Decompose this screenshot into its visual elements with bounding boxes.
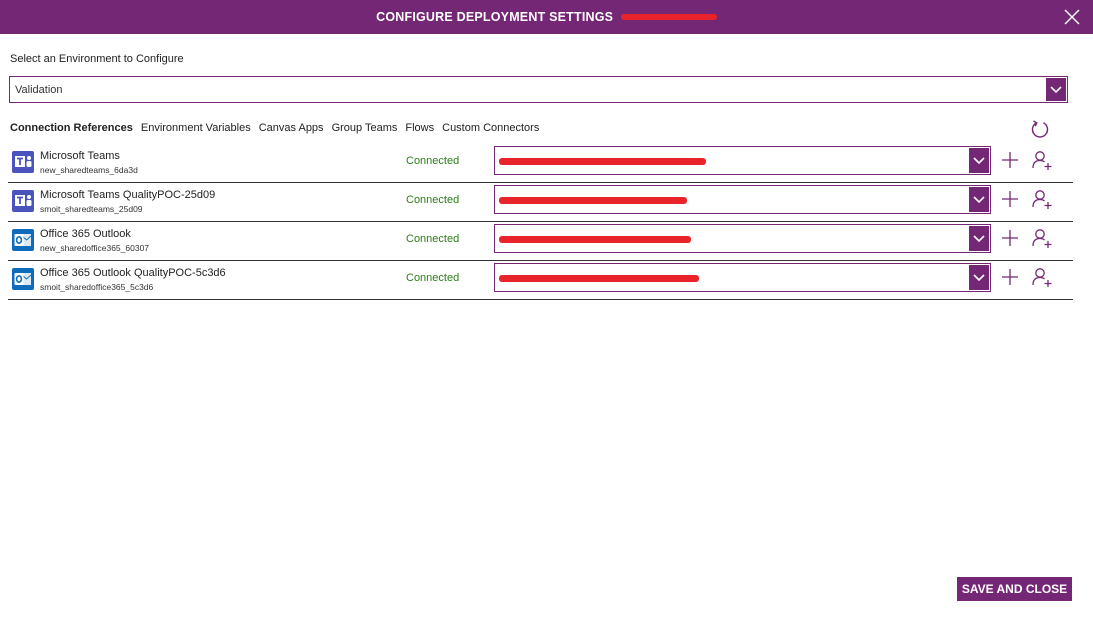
connection-name: Microsoft Teams <box>40 150 120 162</box>
connection-name: Office 365 Outlook <box>40 228 131 240</box>
share-user-button[interactable] <box>1031 149 1053 171</box>
redacted-environment-name <box>620 13 717 20</box>
refresh-icon <box>1031 120 1049 138</box>
connection-status: Connected <box>406 194 460 206</box>
connection-row: Office 365 Outlook QualityPOC-5c3d6 smoi… <box>8 261 1073 300</box>
connection-status: Connected <box>406 155 460 167</box>
redacted-connection-value <box>499 197 687 204</box>
close-button[interactable] <box>1059 4 1085 30</box>
chevron-down-icon <box>973 195 985 203</box>
add-connection-button[interactable] <box>1001 190 1019 208</box>
chevron-down-icon <box>973 234 985 242</box>
environment-dropdown-toggle[interactable] <box>1046 78 1066 101</box>
redacted-connection-value <box>499 158 706 165</box>
connection-select[interactable] <box>494 185 991 214</box>
outlook-icon <box>12 268 34 290</box>
connection-logical-name: smoit_sharedoffice365_5c3d6 <box>40 282 154 292</box>
connection-name: Office 365 Outlook QualityPOC-5c3d6 <box>40 267 226 279</box>
chevron-down-icon <box>973 156 985 164</box>
share-user-button[interactable] <box>1031 227 1053 249</box>
connection-logical-name: new_sharedteams_6da3d <box>40 165 138 175</box>
chevron-down-icon <box>1050 85 1062 93</box>
connection-dropdown-toggle[interactable] <box>969 187 989 212</box>
connection-dropdown-toggle[interactable] <box>969 265 989 290</box>
environment-select[interactable]: Validation <box>9 76 1068 103</box>
outlook-icon <box>12 229 34 251</box>
chevron-down-icon <box>973 273 985 281</box>
connection-logical-name: new_sharedoffice365_60307 <box>40 243 150 253</box>
connection-logical-name: smoit_sharedteams_25d09 <box>40 204 143 214</box>
settings-tabs: Connection References Environment Variab… <box>10 122 547 134</box>
add-connection-button[interactable] <box>1001 229 1019 247</box>
connection-row: Microsoft Teams new_sharedteams_6da3d Co… <box>8 144 1073 183</box>
connection-select[interactable] <box>494 146 991 175</box>
redacted-connection-value <box>499 275 699 282</box>
connection-references-list: Microsoft Teams new_sharedteams_6da3d Co… <box>8 144 1073 300</box>
connection-status: Connected <box>406 233 460 245</box>
teams-icon <box>12 190 34 212</box>
connection-name: Microsoft Teams QualityPOC-25d09 <box>40 189 216 201</box>
connection-dropdown-toggle[interactable] <box>969 226 989 251</box>
save-and-close-button[interactable]: SAVE AND CLOSE <box>957 577 1072 601</box>
connection-row: Office 365 Outlook new_sharedoffice365_6… <box>8 222 1073 261</box>
connection-select[interactable] <box>494 263 991 292</box>
tab-flows[interactable]: Flows <box>405 122 434 134</box>
tab-custom-connectors[interactable]: Custom Connectors <box>442 122 539 134</box>
tab-environment-variables[interactable]: Environment Variables <box>141 122 251 134</box>
add-connection-button[interactable] <box>1001 268 1019 286</box>
close-icon <box>1064 9 1080 25</box>
share-user-button[interactable] <box>1031 188 1053 210</box>
tab-canvas-apps[interactable]: Canvas Apps <box>259 122 324 134</box>
environment-label: Select an Environment to Configure <box>10 53 184 65</box>
connection-dropdown-toggle[interactable] <box>969 148 989 173</box>
dialog-title-text: CONFIGURE DEPLOYMENT SETTINGS <box>376 10 614 24</box>
environment-selected-value: Validation <box>15 83 63 96</box>
dialog-header: CONFIGURE DEPLOYMENT SETTINGS <box>0 0 1093 34</box>
connection-select[interactable] <box>494 224 991 253</box>
tab-group-teams[interactable]: Group Teams <box>332 122 398 134</box>
tab-connection-references[interactable]: Connection References <box>10 122 133 134</box>
add-connection-button[interactable] <box>1001 151 1019 169</box>
dialog-title: CONFIGURE DEPLOYMENT SETTINGS <box>376 10 717 24</box>
redacted-connection-value <box>499 236 691 243</box>
teams-icon <box>12 151 34 173</box>
share-user-button[interactable] <box>1031 266 1053 288</box>
connection-status: Connected <box>406 272 460 284</box>
refresh-button[interactable] <box>1030 119 1050 139</box>
connection-row: Microsoft Teams QualityPOC-25d09 smoit_s… <box>8 183 1073 222</box>
